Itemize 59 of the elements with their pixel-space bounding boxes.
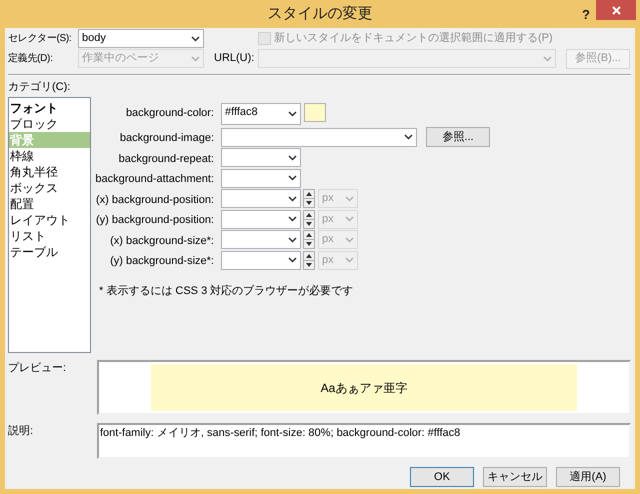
property-label: background-color: (124, 106, 214, 121)
chevron-down-icon (288, 175, 297, 182)
chevron-down-icon (543, 56, 552, 62)
color-dropdown[interactable]: #fffac8 (221, 103, 301, 125)
property-label: (y) background-size*: (109, 254, 214, 269)
category-item[interactable]: 枠線 (9, 148, 90, 164)
close-button[interactable] (596, 0, 636, 20)
help-button[interactable]: ? (582, 5, 590, 24)
category-item[interactable]: レイアウト (9, 212, 90, 228)
chevron-down-icon (288, 154, 297, 161)
browse-button[interactable]: 参照... (426, 127, 490, 148)
property-label: (x) background-position: (94, 192, 214, 208)
chevron-down-icon (288, 216, 297, 222)
chevron-down-icon (345, 236, 354, 243)
category-item[interactable]: リスト (9, 228, 90, 244)
css3-note: * 表示するには CSS 3 対応のブラウザーが必要です (99, 284, 354, 298)
chevron-down-icon (345, 216, 354, 222)
color-swatch[interactable] (304, 103, 326, 122)
image-dropdown[interactable] (221, 128, 417, 147)
preview-sample-text: Aaあぁアァ亜字 (320, 380, 408, 396)
chevron-down-icon (288, 196, 297, 202)
spinner-icon[interactable] (303, 230, 315, 250)
chevron-down-icon (191, 56, 200, 62)
preview-label: プレビュー: (8, 360, 68, 376)
chevron-down-icon (345, 196, 354, 202)
category-item[interactable]: ブロック (9, 116, 90, 132)
dialog-button[interactable]: OK (410, 467, 474, 487)
property-label: background-repeat: (118, 152, 214, 166)
chevron-down-icon (288, 236, 297, 243)
category-item[interactable]: フォント (9, 100, 90, 116)
property-dropdown[interactable] (221, 148, 301, 168)
chevron-down-icon (288, 257, 297, 264)
dialog-button[interactable]: 適用(A) (556, 467, 620, 487)
category-item[interactable]: ボックス (9, 180, 90, 196)
description-field[interactable]: font-family: メイリオ, sans-serif; font-size: 80%; background-color: #fffac8 (97, 423, 631, 459)
chevron-down-icon (288, 111, 297, 117)
property-label: (y) background-position: (94, 213, 214, 228)
selector-label: セレクター(S): (8, 32, 72, 46)
property-label: background-image: (118, 131, 214, 146)
spinner-icon[interactable] (303, 250, 315, 270)
property-label: (x) background-size*: (109, 234, 214, 248)
checkbox-label: 新しいスタイルをドキュメントの選択範囲に適用する(P) (274, 30, 553, 46)
close-icon (612, 6, 620, 14)
window-title: スタイルの変更 (268, 4, 372, 24)
chevron-down-icon (404, 134, 413, 140)
url-label: URL(U): (214, 51, 256, 66)
spinner-icon[interactable] (303, 210, 315, 229)
define-in-label: 定義先(D): (8, 52, 54, 66)
category-item[interactable]: 角丸半径 (9, 164, 90, 180)
selector-dropdown[interactable]: body (78, 29, 204, 48)
dialog-button[interactable]: キャンセル (483, 467, 547, 487)
description-label: 説明: (8, 424, 34, 439)
category-item[interactable]: 配置 (9, 196, 90, 212)
spinner-icon[interactable] (303, 189, 315, 208)
category-item[interactable]: テーブル (9, 244, 90, 260)
property-label: background-attachment: (94, 172, 214, 187)
chevron-down-icon (345, 257, 354, 264)
chevron-down-icon (191, 36, 200, 42)
category-label: カテゴリ(C): (8, 81, 72, 94)
